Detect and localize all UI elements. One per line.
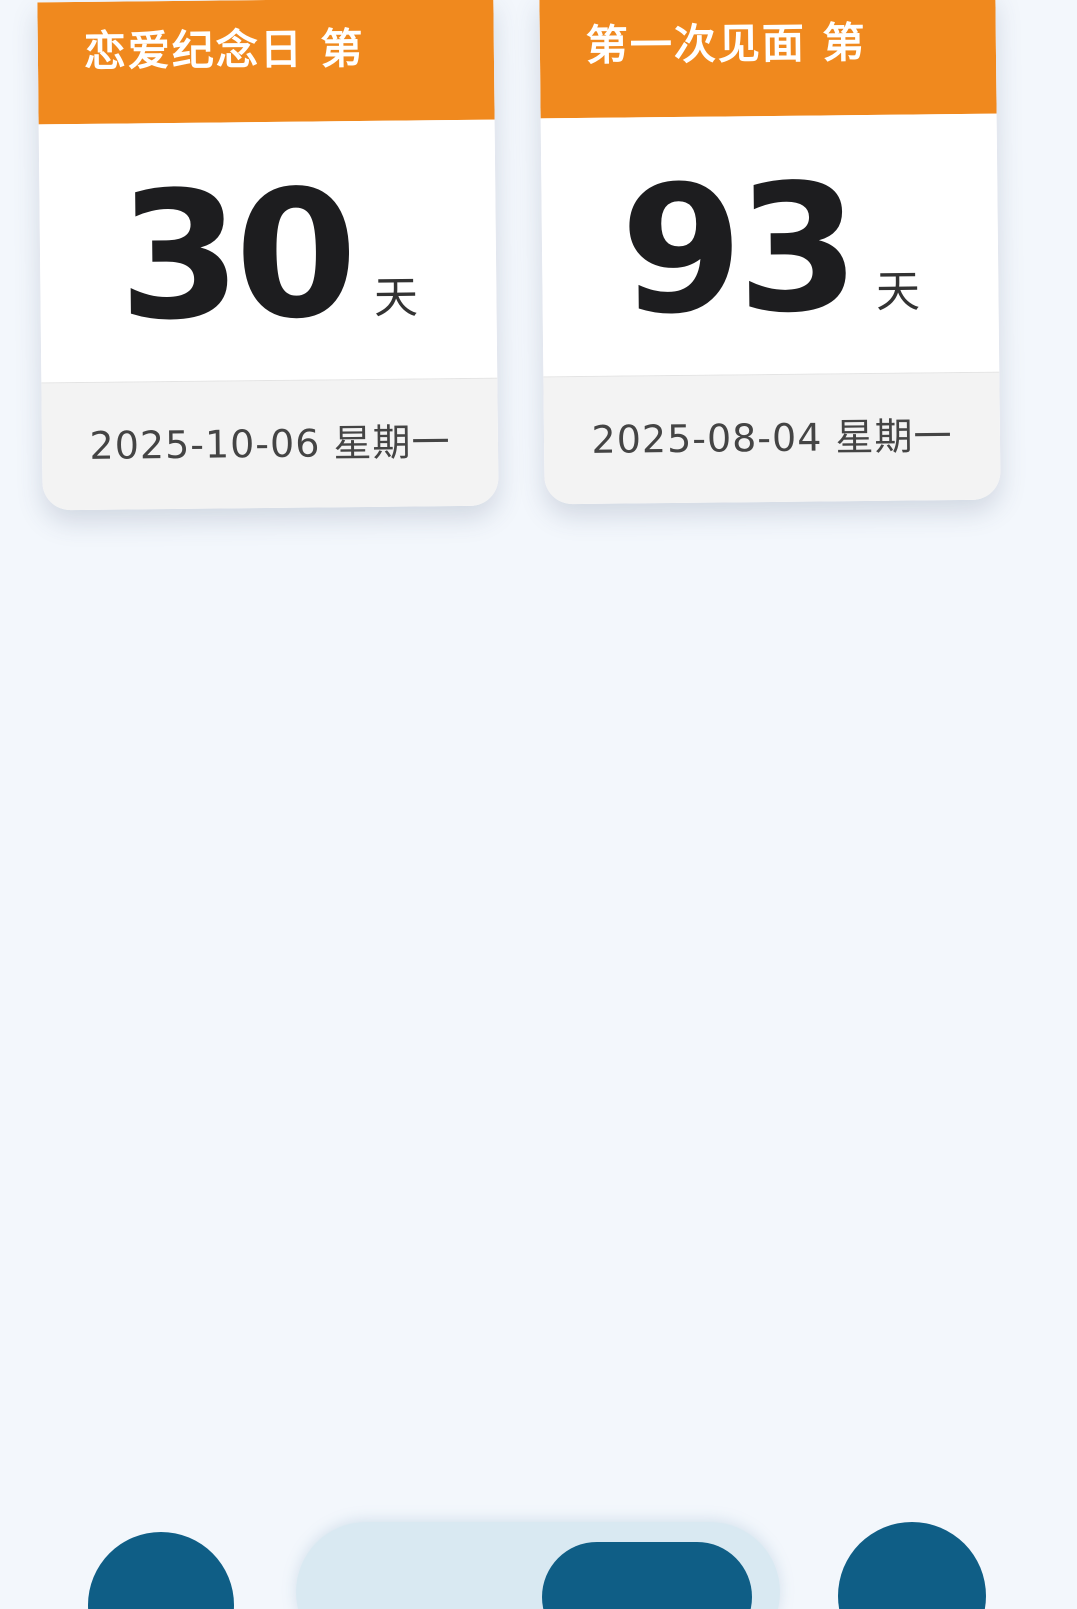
- card-count-area: 30 天: [38, 119, 498, 383]
- count-wrap: 30 天: [117, 152, 419, 360]
- day-unit: 天: [875, 266, 921, 318]
- card-title: 第一次见面 第: [539, 0, 997, 119]
- card-date: 2025-10-06 星期一: [41, 377, 499, 511]
- count-wrap: 93 天: [619, 146, 921, 354]
- nav-right-icon[interactable]: [838, 1522, 986, 1609]
- anniversary-card-love[interactable]: 恋爱纪念日 第 30 天 2025-10-06 星期一: [37, 0, 499, 511]
- card-date: 2025-08-04 星期一: [543, 371, 1001, 505]
- app-screen: 恋爱纪念日 第 30 天 2025-10-06 星期一 第一次见面 第 93 天…: [0, 0, 1077, 1609]
- day-count: 30: [117, 152, 353, 360]
- card-count-area: 93 天: [540, 113, 1000, 377]
- nav-center-icon[interactable]: [542, 1542, 752, 1609]
- nav-center-bar: [296, 1522, 780, 1609]
- anniversary-card-first-meet[interactable]: 第一次见面 第 93 天 2025-08-04 星期一: [539, 0, 1001, 505]
- card-title: 恋爱纪念日 第: [37, 0, 495, 125]
- day-unit: 天: [373, 272, 419, 324]
- nav-left-icon[interactable]: [88, 1532, 234, 1609]
- bottom-navigation: [0, 1500, 1077, 1609]
- day-count: 93: [619, 146, 855, 354]
